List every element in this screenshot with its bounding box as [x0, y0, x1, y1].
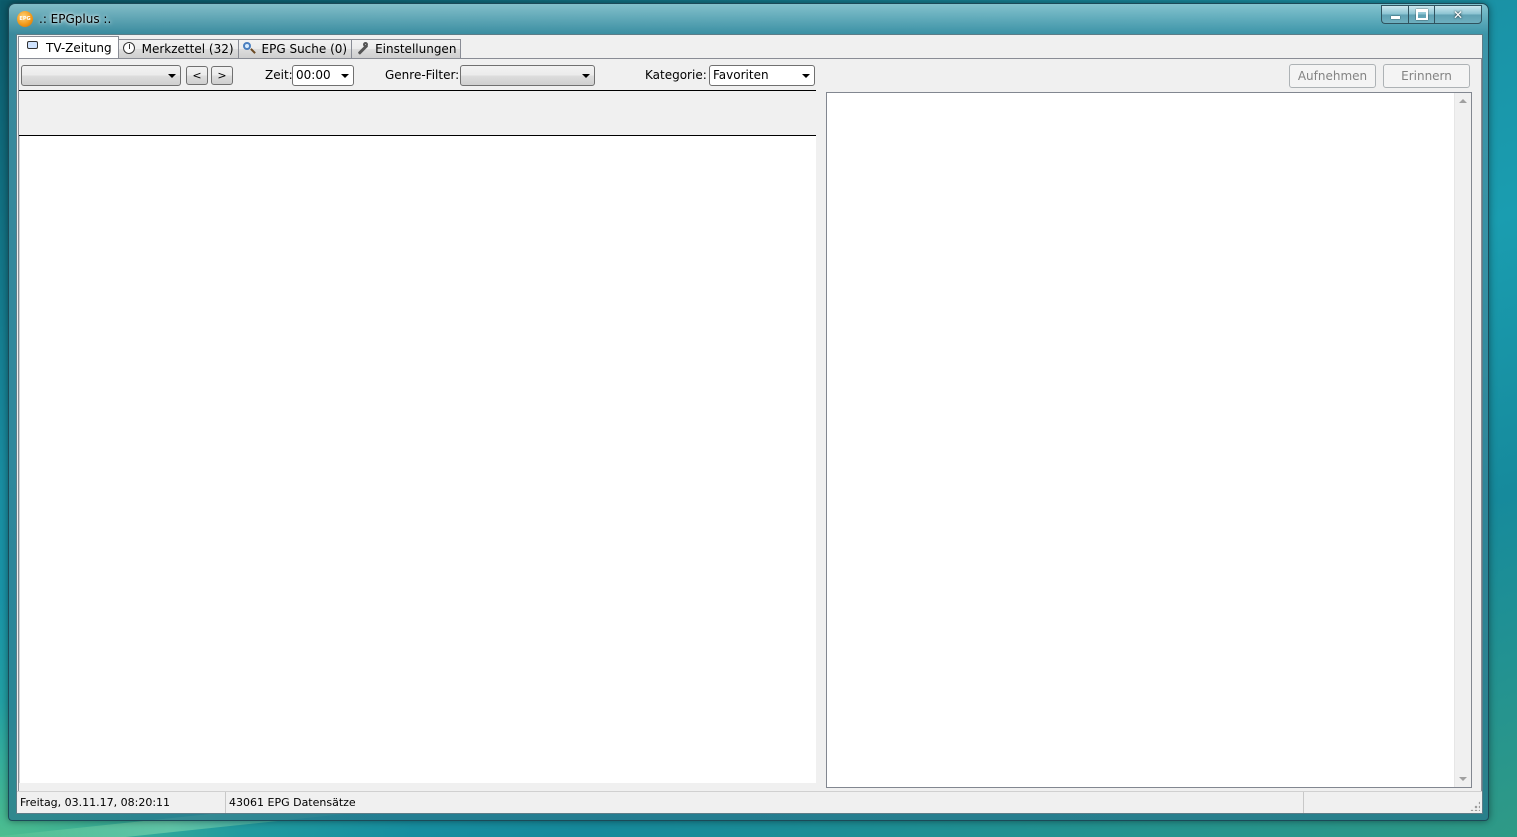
tab-strip: TV-Zeitung Merkzettel (32) EPG Suche (0)… [18, 36, 462, 58]
category-select-value: Favoriten [713, 68, 769, 82]
time-label: Zeit: [265, 68, 293, 82]
tab-tv-zeitung[interactable]: TV-Zeitung [18, 36, 119, 58]
window-title: .: EPGplus :. [39, 12, 112, 26]
prev-day-button[interactable]: < [186, 66, 208, 85]
status-record-count: 43061 EPG Datensätze [226, 792, 1304, 813]
category-select[interactable]: Favoriten [709, 65, 815, 86]
tab-einstellungen[interactable]: Einstellungen [351, 39, 462, 58]
time-header [19, 90, 816, 136]
time-select[interactable]: 00:00 [292, 65, 354, 86]
app-logo-icon: EPG [17, 11, 33, 27]
tab-merkzettel[interactable]: Merkzettel (32) [117, 39, 239, 58]
tab-label: TV-Zeitung [46, 40, 112, 55]
app-window: EPG .: EPGplus :. ✕ TV-Zeitung Merkzette… [8, 3, 1489, 821]
epg-grid[interactable] [19, 136, 816, 783]
record-button[interactable]: Aufnehmen [1289, 64, 1376, 88]
status-extra [1304, 792, 1464, 813]
next-day-button[interactable]: > [211, 66, 233, 85]
genre-filter-label: Genre-Filter: [385, 68, 460, 82]
status-bar: Freitag, 03.11.17, 08:20:11 43061 EPG Da… [17, 791, 1482, 813]
category-label: Kategorie: [645, 68, 707, 82]
details-scrollbar[interactable] [1454, 93, 1471, 787]
tv-icon [27, 40, 38, 49]
tab-label: Merkzettel (32) [141, 42, 234, 56]
minimize-icon [1390, 16, 1400, 19]
resize-grip-icon[interactable] [1470, 801, 1480, 811]
minimize-button[interactable] [1381, 5, 1408, 24]
program-details-pane[interactable] [826, 92, 1472, 788]
maximize-icon [1415, 9, 1428, 20]
client-area: TV-Zeitung Merkzettel (32) EPG Suche (0)… [16, 34, 1483, 814]
remind-button[interactable]: Erinnern [1383, 64, 1470, 88]
title-bar[interactable]: EPG .: EPGplus :. ✕ [9, 4, 1488, 34]
chevron-down-icon [168, 74, 176, 78]
time-select-value: 00:00 [296, 68, 331, 82]
date-select[interactable] [21, 65, 181, 86]
scroll-up-icon[interactable] [1459, 99, 1467, 103]
maximize-button[interactable] [1408, 5, 1434, 24]
tab-label: EPG Suche (0) [261, 42, 348, 56]
close-icon: ✕ [1452, 7, 1464, 22]
genre-filter-select[interactable] [460, 65, 595, 86]
tv-zeitung-panel: < > Zeit: 00:00 Genre-Filter: Kategorie:… [18, 58, 1482, 792]
search-icon [242, 42, 255, 54]
status-datetime: Freitag, 03.11.17, 08:20:11 [17, 792, 226, 813]
tab-label: Einstellungen [375, 42, 457, 56]
chevron-down-icon [341, 74, 349, 78]
clock-icon [122, 42, 135, 54]
scroll-down-icon[interactable] [1459, 777, 1467, 781]
close-button[interactable]: ✕ [1434, 5, 1482, 24]
epg-grid-pane [19, 90, 816, 788]
chevron-down-icon [582, 74, 590, 78]
caption-buttons: ✕ [1381, 5, 1482, 25]
tab-epg-suche[interactable]: EPG Suche (0) [237, 39, 353, 58]
chevron-down-icon [802, 74, 810, 78]
tools-icon [356, 42, 369, 55]
